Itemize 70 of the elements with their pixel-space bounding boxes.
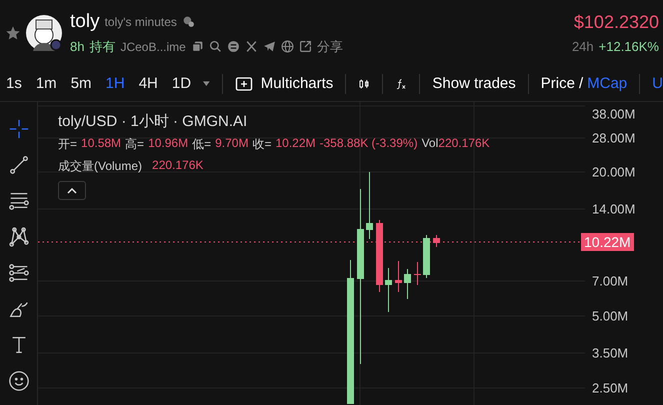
axis-label: 38.00M (592, 106, 636, 122)
axis-label: 5.00M (592, 308, 628, 324)
price-mode-toggle[interactable]: MCap (587, 75, 628, 92)
holding-time: 8h (70, 39, 84, 54)
candlestick (414, 262, 421, 286)
avatar-icon (25, 14, 63, 52)
globe-icon[interactable] (280, 40, 294, 53)
telegram-icon[interactable] (262, 40, 276, 53)
candlestick (366, 172, 373, 240)
volume-value: 220.176K (438, 136, 490, 152)
copy-icon[interactable] (190, 40, 204, 53)
holding-label: 持有 (89, 38, 116, 56)
pattern-icon[interactable] (8, 226, 30, 248)
caret-icon[interactable] (203, 80, 210, 88)
axis-label: 7.00M (592, 274, 628, 288)
token-price: $102.2320 (574, 12, 659, 33)
volume-indicator-label: 成交量(Volume) (58, 158, 142, 175)
timeframe-tab[interactable]: 1D (172, 75, 192, 92)
change-period: 24h (572, 39, 594, 54)
channel-icon[interactable] (8, 262, 30, 284)
price-mode-toggle[interactable]: Price (540, 75, 575, 92)
x-icon[interactable] (244, 40, 258, 53)
axis-label: 14.00M (592, 202, 636, 216)
search-icon[interactable] (208, 40, 222, 53)
timeframe-tab[interactable]: 4H (138, 75, 158, 92)
share-icon[interactable] (298, 40, 312, 53)
candlestick (433, 234, 440, 248)
collapse-button[interactable] (58, 181, 86, 200)
emoji-icon[interactable] (8, 370, 30, 392)
timeframe-tab[interactable]: 5m (70, 75, 92, 92)
timeframe-tab[interactable]: 1H (106, 75, 125, 92)
timeframe-tab[interactable]: 1s (6, 75, 22, 92)
trend-line-icon[interactable] (8, 154, 30, 176)
toolbar-item[interactable]: U (652, 75, 663, 92)
chevron-up-icon (67, 188, 77, 194)
crosshair-icon[interactable] (8, 118, 30, 140)
ohlc-value: 10.22M (275, 136, 316, 152)
current-price-label: 10.22M (581, 233, 634, 251)
candlestick (404, 268, 411, 300)
fib-icon[interactable] (8, 190, 30, 212)
axis-label: 2.50M (592, 380, 628, 396)
candlestick (423, 234, 430, 278)
multicharts-button[interactable]: Multicharts (260, 75, 334, 92)
volume-value: 220.176K (152, 158, 204, 174)
ohlc-value: 10.58M (81, 136, 122, 152)
star-icon[interactable] (5, 25, 21, 41)
share-link[interactable]: 分享 (316, 38, 343, 56)
candlestick (395, 260, 402, 292)
add-chart-icon[interactable] (234, 74, 253, 92)
axis-label: 3.50M (592, 346, 628, 360)
price-change: +12.16K% (598, 39, 659, 54)
token-subtitle: toly's minutes (104, 14, 177, 28)
candlestick (385, 268, 392, 312)
price-change: -358.88K (-3.39%) (320, 136, 418, 152)
axis-label: 28.00M (592, 130, 636, 146)
ohlc-label: 开= (58, 136, 78, 153)
axis-label: 20.00M (592, 164, 636, 180)
timeframe-tab[interactable]: 1m (36, 75, 57, 92)
chart-title: toly/USD · 1小时 · GMGN.AI (58, 112, 248, 131)
toggle-separator: / (578, 75, 584, 92)
ohlc-label: 高= (125, 136, 144, 153)
contract-address[interactable]: JCeoB...ime (120, 40, 186, 54)
ohlc-label: 低= (192, 136, 212, 153)
show-trades-button[interactable]: Show trades (432, 75, 516, 92)
ohlc-value: 10.96M (148, 136, 188, 152)
ohlc-label: 收= (252, 136, 272, 153)
volume-label: Vol (422, 136, 438, 152)
coin-icon[interactable] (226, 40, 240, 53)
token-name: toly (70, 10, 100, 32)
ohlc-value: 9.70M (215, 136, 248, 152)
